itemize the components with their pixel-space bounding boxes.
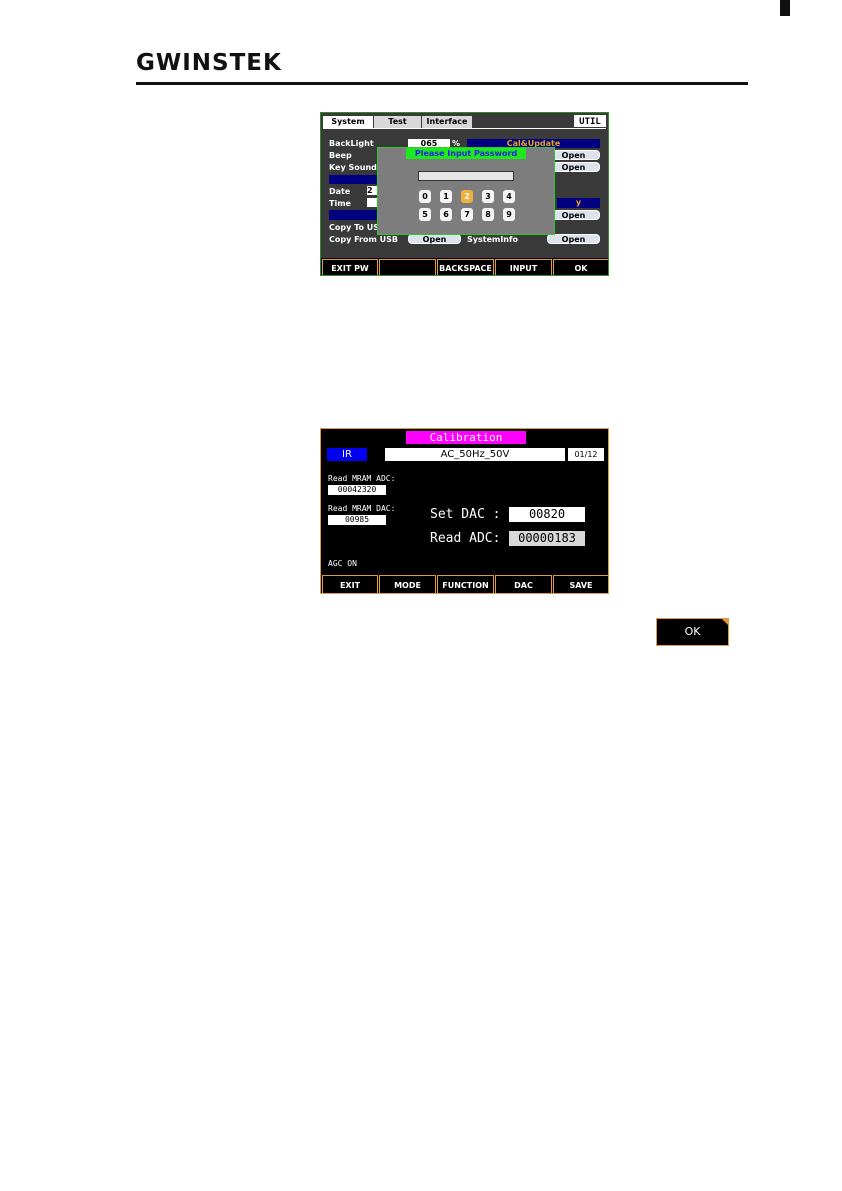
set-dac-value[interactable]: 00820 — [509, 507, 585, 522]
softkey-exit-pw[interactable]: EXIT PW — [322, 259, 378, 275]
softkey-ok[interactable]: OK — [553, 259, 608, 275]
softkey-blank[interactable] — [379, 259, 436, 275]
password-input[interactable] — [418, 171, 514, 181]
key-6[interactable]: 6 — [440, 208, 452, 221]
system-info-open-button[interactable]: Open — [547, 234, 600, 244]
util-screen: System Test Interface UTIL BackLight 065… — [320, 112, 609, 276]
tab-test[interactable]: Test — [374, 116, 421, 128]
beep-label: Beep — [329, 151, 352, 160]
copy-from-usb-label: Copy From USB — [329, 235, 398, 244]
password-dialog: Please Input Password 0 1 2 3 4 5 6 7 8 … — [377, 147, 555, 235]
key-corner-marker — [722, 619, 728, 625]
date-label: Date — [329, 187, 351, 196]
section-bar-left-2 — [329, 210, 379, 220]
ok-key-label: OK — [684, 625, 701, 638]
page-corner-tab — [780, 0, 790, 16]
read-adc-label: Read ADC: — [430, 531, 501, 546]
softkey-save[interactable]: SAVE — [553, 575, 608, 593]
softkey-mode[interactable]: MODE — [379, 575, 436, 593]
key-9[interactable]: 9 — [503, 208, 515, 221]
key-2[interactable]: 2 — [461, 190, 473, 203]
mode-indicator: IR — [327, 448, 367, 461]
softkey-function[interactable]: FUNCTION — [437, 575, 494, 593]
calibration-title: Calibration — [406, 431, 526, 444]
read-mram-adc-value: 00042320 — [328, 485, 386, 495]
header-rule — [136, 82, 748, 85]
ok-key-button[interactable]: OK — [656, 618, 729, 646]
key-sound-label: Key Sound — [329, 163, 377, 172]
key-3[interactable]: 3 — [482, 190, 494, 203]
key-8[interactable]: 8 — [482, 208, 494, 221]
step-indicator: 01/12 — [568, 448, 604, 461]
softkey-backspace[interactable]: BACKSPACE — [437, 259, 494, 275]
function-indicator: AC_50Hz_50V — [385, 448, 565, 461]
key-5[interactable]: 5 — [419, 208, 431, 221]
softkey-input[interactable]: INPUT — [495, 259, 552, 275]
calibration-screen: Calibration IR AC_50Hz_50V 01/12 Read MR… — [320, 428, 609, 594]
time-value[interactable] — [367, 198, 377, 207]
time-label: Time — [329, 199, 351, 208]
key-0[interactable]: 0 — [419, 190, 431, 203]
tab-interface[interactable]: Interface — [422, 116, 472, 128]
section-bar-right: y — [557, 198, 600, 208]
tab-underline — [323, 128, 606, 129]
set-dac-label: Set DAC : — [430, 507, 501, 522]
read-mram-dac-value: 00985 — [328, 515, 386, 525]
section-bar-left — [329, 175, 379, 184]
copy-to-usb-label: Copy To US — [329, 223, 380, 232]
softkey-dac[interactable]: DAC — [495, 575, 552, 593]
key-7[interactable]: 7 — [461, 208, 473, 221]
system-info-label: SystemInfo — [467, 235, 518, 244]
read-mram-adc-label: Read MRAM ADC: — [328, 474, 396, 483]
brand-logo: GWINSTEK — [136, 50, 282, 76]
util-mode-label: UTIL — [574, 115, 606, 127]
password-dialog-title: Please Input Password — [406, 148, 526, 159]
key-4[interactable]: 4 — [503, 190, 515, 203]
read-adc-value: 00000183 — [509, 531, 585, 546]
key-1[interactable]: 1 — [440, 190, 452, 203]
agc-status: AGC ON — [328, 559, 357, 568]
backlight-label: BackLight — [329, 139, 374, 148]
read-mram-dac-label: Read MRAM DAC: — [328, 504, 396, 513]
tab-system[interactable]: System — [323, 116, 373, 128]
date-value[interactable]: 2 — [367, 186, 377, 195]
softkey-exit[interactable]: EXIT — [322, 575, 378, 593]
copy-from-usb-open-button[interactable]: Open — [408, 234, 461, 244]
